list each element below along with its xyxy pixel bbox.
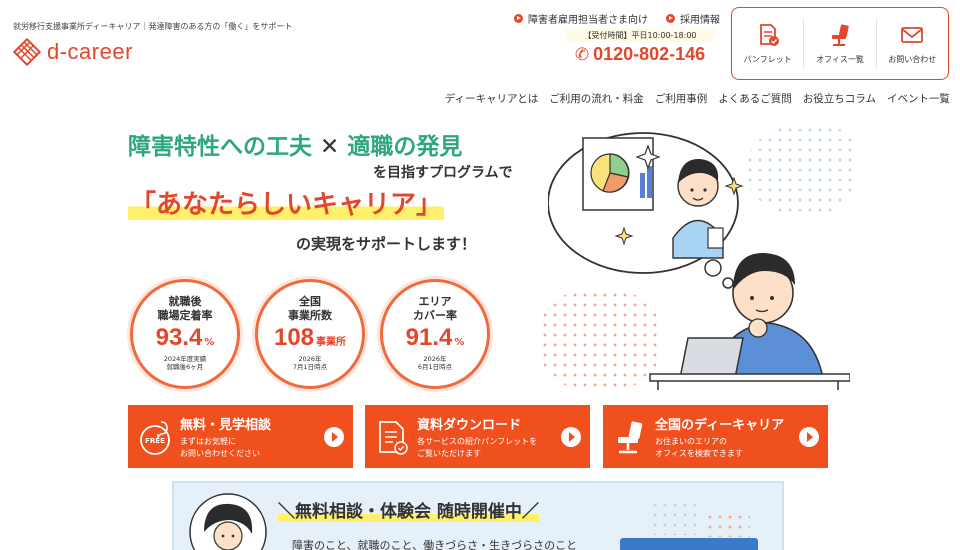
- stat-note-line1: 2026年: [298, 354, 322, 363]
- stat-unit: %: [454, 336, 465, 348]
- contact-label: お問い合わせ: [888, 55, 937, 64]
- hero-headline-cross: ✕: [320, 134, 340, 160]
- cta-title: 資料ダウンロード: [417, 417, 522, 433]
- stat-area-coverage: エリア カバー率 91.4% 2026年 6月1日時点: [380, 279, 490, 389]
- hero-headline-part1: 障害特性への工夫: [128, 134, 312, 160]
- hero-illustration: [548, 132, 850, 390]
- arrow-circle-icon: [666, 14, 675, 23]
- nav-item-flow-fee[interactable]: ご利用の流れ・料金: [549, 91, 644, 106]
- staff-avatar: [189, 493, 267, 550]
- arrow-circle-icon: [514, 14, 523, 23]
- cta-sub-line1: お住まいのエリアの: [655, 436, 727, 446]
- stat-note-line2: 就職後6ヶ月: [166, 363, 204, 372]
- mail-icon: [901, 27, 924, 43]
- cta-title: 無料・見学相談: [180, 417, 272, 433]
- nav-item-column[interactable]: お役立ちコラム: [803, 91, 876, 106]
- decor-dots-blue: [650, 500, 700, 535]
- banner-button[interactable]: [620, 538, 758, 550]
- global-nav: ディーキャリアとは ご利用の流れ・料金 ご利用事例 よくあるご質問 お役立ちコラ…: [445, 91, 950, 106]
- office-chair-icon: [618, 420, 643, 453]
- stat-note-line1: 2026年: [423, 354, 447, 363]
- arrow-right-icon: [324, 426, 344, 447]
- free-consultation-button[interactable]: FREE 無料・見学相談 まずはお気軽に お問い合わせください: [128, 405, 353, 468]
- download-docs-button[interactable]: 資料ダウンロード 各サービスの紹介パンフレットを ご覧いただけます: [365, 405, 590, 468]
- site-logo[interactable]: d-career: [12, 37, 133, 67]
- stat-title-line2: 職場定着率: [157, 309, 213, 323]
- stat-unit: %: [204, 336, 215, 348]
- recruit-link-label: 採用情報: [680, 15, 720, 26]
- office-chair-icon: [831, 24, 849, 46]
- pamphlet-button[interactable]: パンフレット: [732, 18, 805, 69]
- decor-dots-orange: [705, 512, 750, 537]
- stat-title-line2: 事業所数: [288, 309, 332, 323]
- stat-title-line1: 全国: [299, 295, 321, 308]
- logo-text: d-career: [47, 39, 133, 64]
- stat-title-line2: カバー率: [413, 309, 457, 323]
- phone-hours: 【受付時間】平日10:00-18:00: [565, 29, 715, 42]
- phone-number[interactable]: 0120-802-146: [593, 44, 705, 65]
- phone-contact[interactable]: 【受付時間】平日10:00-18:00 ✆ 0120-802-146: [565, 29, 715, 65]
- nav-item-events[interactable]: イベント一覧: [887, 91, 950, 106]
- arrow-right-icon: [561, 426, 581, 447]
- employer-link[interactable]: 障害者雇用担当者さま向け: [514, 11, 648, 26]
- stat-office-count: 全国 事業所数 108 事業所 2026年 7月1日時点: [255, 279, 365, 389]
- header-actions: パンフレット オフィス一覧 お問い合わせ: [731, 7, 949, 80]
- hero-headline-part2: 適職の発見: [347, 134, 463, 160]
- cta-sub-line2: オフィスを検索できます: [655, 448, 743, 458]
- stat-value: 93.4: [155, 323, 203, 351]
- stat-note-line2: 6月1日時点: [417, 363, 453, 372]
- cta-title: 全国のディーキャリア: [655, 417, 785, 433]
- stat-retention-rate: 就職後 職場定着率 93.4% 2024年度実績 就職後6ヶ月: [130, 279, 240, 389]
- stat-unit: 事業所: [316, 336, 347, 348]
- contact-button[interactable]: お問い合わせ: [877, 18, 948, 69]
- hero-subline: を目指すプログラムで: [373, 165, 513, 181]
- arrow-right-icon: [799, 426, 819, 447]
- phone-icon: ✆: [574, 44, 590, 65]
- stat-value: 108: [273, 323, 315, 351]
- cta-sub-line1: まずはお気軽に: [180, 436, 236, 446]
- logo-mark-icon: [12, 37, 42, 67]
- hero-headline: 障害特性への工夫 ✕ 適職の発見: [128, 127, 462, 161]
- hero-catchphrase-text: 「あなたらしいキャリア」: [128, 190, 445, 220]
- employer-link-label: 障害者雇用担当者さま向け: [528, 15, 648, 26]
- cta-sub-line2: お問い合わせください: [180, 448, 260, 458]
- cta-sub-line2: ご覧いただけます: [417, 448, 481, 458]
- nav-item-cases[interactable]: ご利用事例: [655, 91, 708, 106]
- stat-note-line2: 7月1日時点: [292, 363, 328, 372]
- recruit-link[interactable]: 採用情報: [666, 11, 720, 26]
- hero-closing: の実現をサポートします！: [296, 235, 477, 253]
- site-tagline: 就労移行支援事業所ディーキャリア｜発達障害のある方の「働く」をサポート: [13, 22, 293, 31]
- free-badge-text: FREE: [145, 437, 165, 445]
- cta-sub-line1: 各サービスの紹介パンフレットを: [417, 436, 538, 446]
- desk: [649, 373, 850, 382]
- banner-title: ＼無料相談・体験会 随時開催中／: [278, 497, 539, 522]
- laptop: [679, 337, 744, 379]
- nav-item-faq[interactable]: よくあるご質問: [718, 91, 792, 106]
- document-icon: [379, 420, 408, 455]
- nav-item-about[interactable]: ディーキャリアとは: [445, 91, 539, 106]
- free-consultation-icon: FREE: [140, 420, 170, 455]
- office-list-button[interactable]: オフィス一覧: [804, 18, 877, 69]
- pamphlet-label: パンフレット: [743, 55, 792, 64]
- banner-title-text: ＼無料相談・体験会 随時開催中／: [278, 502, 539, 522]
- stat-value: 91.4: [405, 323, 453, 351]
- banner-subtitle: 障害のこと、就職のこと、働きづらさ・生きづらさのこと: [292, 539, 578, 550]
- pamphlet-icon: [759, 24, 779, 46]
- office-list-label: オフィス一覧: [816, 55, 864, 64]
- stat-title-line1: エリア: [418, 295, 452, 308]
- stat-title-line1: 就職後: [168, 295, 202, 308]
- find-office-button[interactable]: 全国のディーキャリア お住まいのエリアの オフィスを検索できます: [603, 405, 828, 468]
- hero-catchphrase: 「あなたらしいキャリア」: [128, 184, 445, 221]
